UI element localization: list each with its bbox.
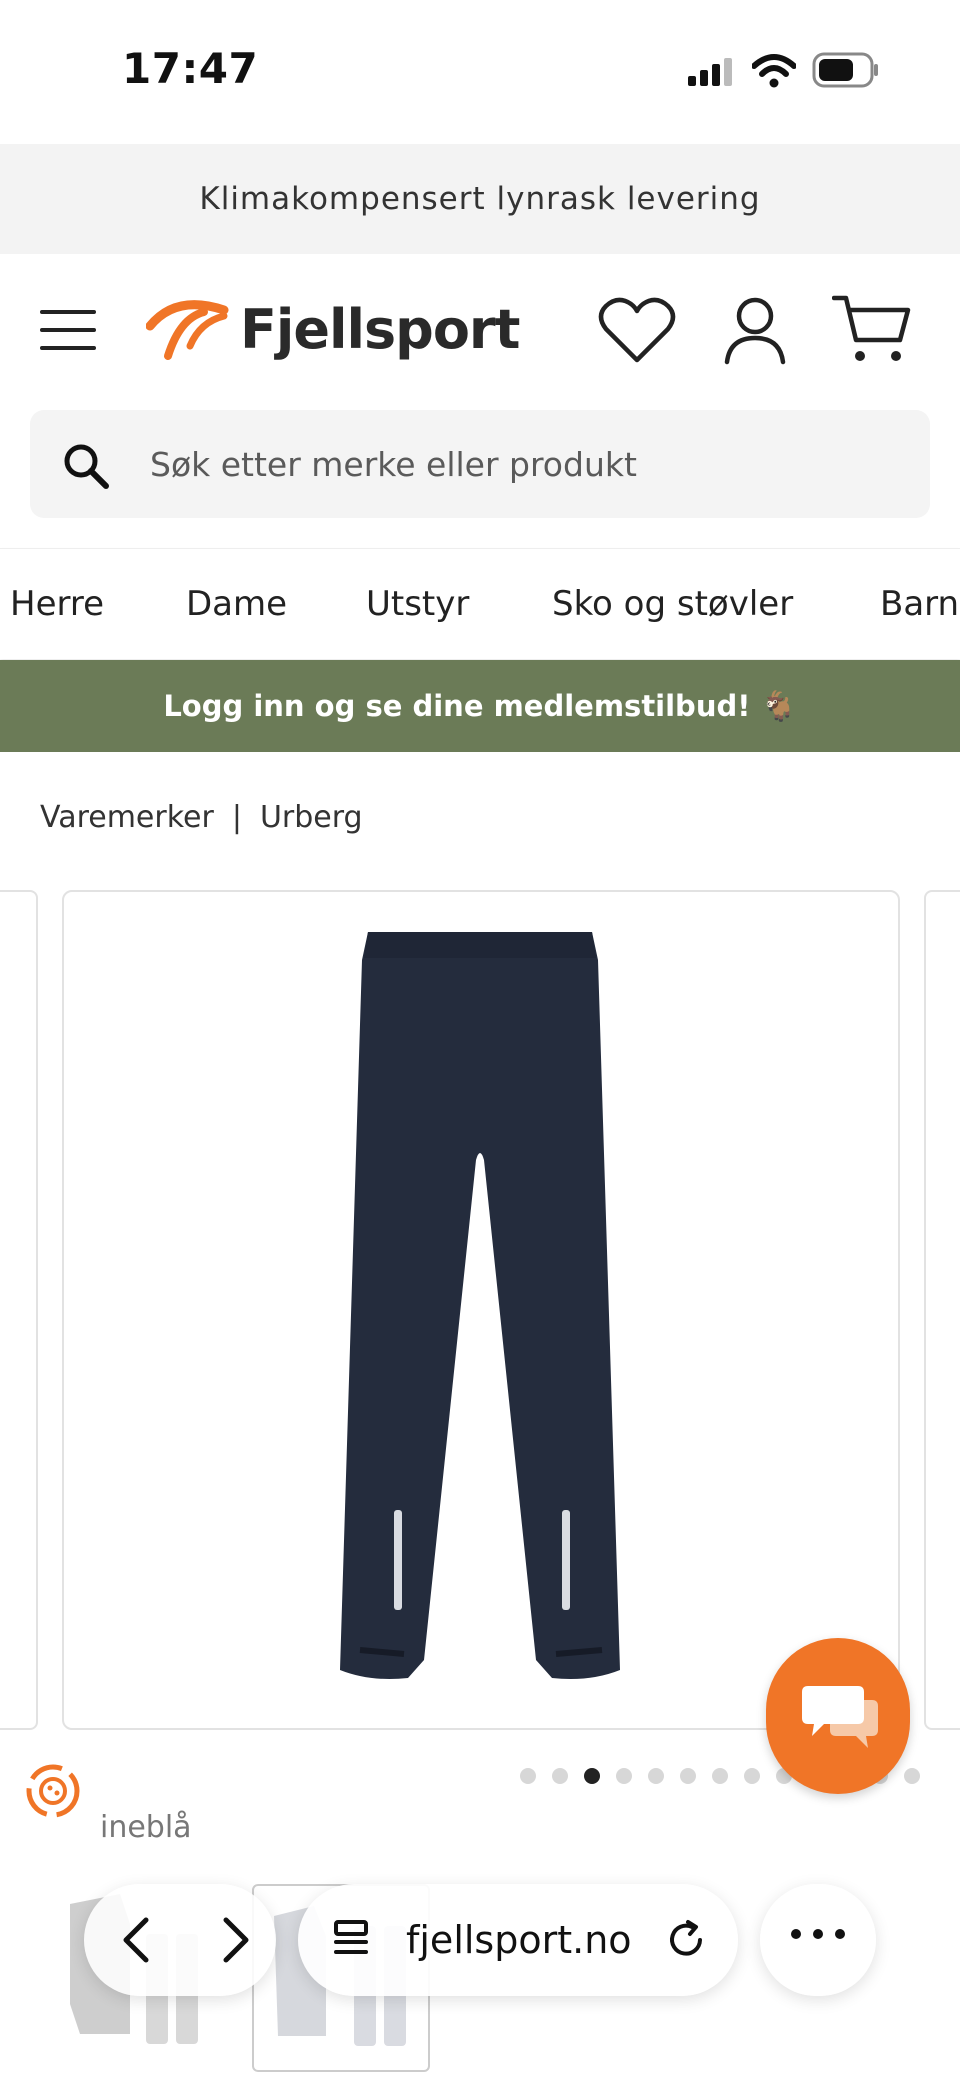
product-color-name: ineblå <box>100 1810 192 1845</box>
carousel-dot[interactable] <box>648 1768 664 1784</box>
category-item-dame[interactable]: Dame <box>186 549 287 659</box>
signal-icon <box>688 58 736 90</box>
user-icon[interactable] <box>722 296 788 370</box>
member-bar-text[interactable]: Logg inn og se dine medlemstilbud! 🐐 <box>0 660 960 752</box>
more-icon[interactable] <box>786 1926 850 1946</box>
promo-text: Klimakompensert lynrask levering <box>199 181 761 217</box>
battery-icon <box>812 52 880 92</box>
reload-icon[interactable] <box>664 1918 708 1966</box>
wifi-icon <box>751 54 797 92</box>
search-icon[interactable] <box>60 440 112 496</box>
category-item-herre[interactable]: Herre <box>10 549 104 659</box>
carousel-dot[interactable] <box>520 1768 536 1784</box>
carousel-dot[interactable] <box>680 1768 696 1784</box>
gallery-prev-slide[interactable] <box>0 890 38 1730</box>
carousel-dot[interactable] <box>552 1768 568 1784</box>
carousel-dot-active[interactable] <box>584 1768 600 1784</box>
breadcrumb: Varemerker | Urberg <box>40 800 363 835</box>
carousel-dot[interactable] <box>904 1768 920 1784</box>
search-input[interactable] <box>150 410 910 518</box>
logo-mark-icon <box>146 300 229 360</box>
category-item-barn[interactable]: Barn <box>880 549 959 659</box>
cart-icon[interactable] <box>831 292 912 372</box>
product-image[interactable] <box>330 930 630 1694</box>
address-bar-url[interactable]: fjellsport.no <box>406 1884 632 1996</box>
status-time: 17:47 <box>122 44 259 93</box>
chat-icon[interactable] <box>800 1680 880 1756</box>
category-item-utstyr[interactable]: Utstyr <box>366 549 469 659</box>
heart-icon[interactable] <box>598 296 676 370</box>
menu-icon[interactable] <box>36 302 100 358</box>
back-icon[interactable] <box>112 1914 162 1970</box>
tabs-icon[interactable] <box>332 1918 376 1966</box>
recycle-badge-icon <box>18 1756 88 1830</box>
carousel-dot[interactable] <box>744 1768 760 1784</box>
carousel-dot[interactable] <box>712 1768 728 1784</box>
category-nav: Herre Dame Utstyr Sko og støvler Barn <box>0 548 960 659</box>
category-item-sko-og-stovler[interactable]: Sko og støvler <box>552 549 793 659</box>
logo-text: Fjellsport <box>240 298 520 361</box>
breadcrumb-item-varemerker[interactable]: Varemerker <box>40 800 214 835</box>
forward-icon[interactable] <box>210 1914 260 1970</box>
breadcrumb-item-urberg[interactable]: Urberg <box>260 800 363 835</box>
gallery-next-slide[interactable] <box>924 890 960 1730</box>
carousel-dot[interactable] <box>616 1768 632 1784</box>
breadcrumb-separator: | <box>231 800 242 835</box>
